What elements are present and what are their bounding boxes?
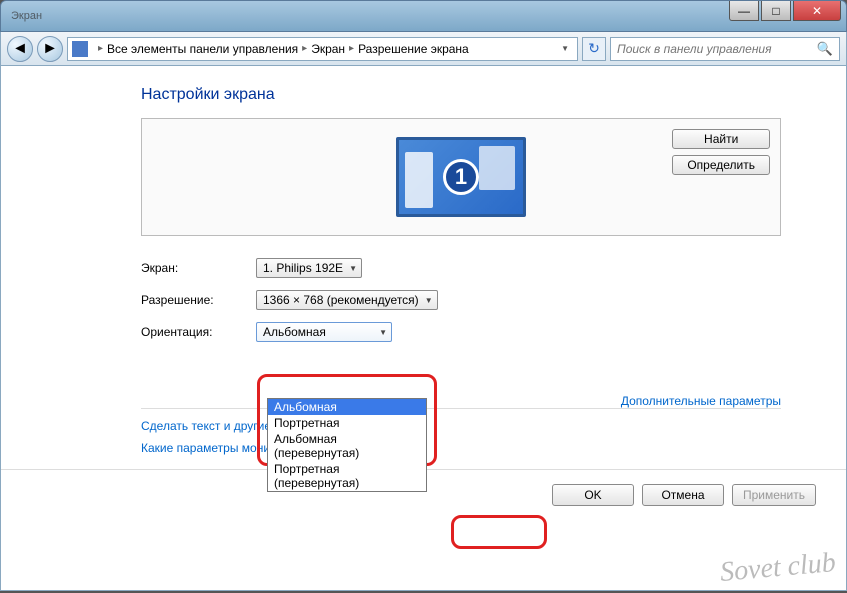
forward-arrow-icon: ► [42, 40, 58, 58]
watermark: Sovet club [719, 547, 837, 589]
minimize-button[interactable]: — [729, 1, 759, 21]
resolution-select[interactable]: 1366 × 768 (рекомендуется) [256, 290, 438, 310]
orientation-option[interactable]: Альбомная (перевернутая) [268, 431, 426, 461]
orientation-label: Ориентация: [141, 325, 256, 339]
back-arrow-icon: ◄ [12, 40, 28, 58]
display-preview-box: 1 Найти Определить [141, 118, 781, 236]
refresh-button[interactable]: ↻ [582, 37, 606, 61]
search-icon[interactable]: 🔍 [817, 41, 833, 57]
maximize-button[interactable]: □ [761, 1, 791, 21]
navigation-bar: ◄ ► ▸ Все элементы панели управления ▸ Э… [0, 32, 847, 66]
orientation-select-value: Альбомная [263, 325, 326, 339]
orientation-option[interactable]: Портретная [268, 415, 426, 431]
address-bar[interactable]: ▸ Все элементы панели управления ▸ Экран… [67, 37, 578, 61]
search-box[interactable]: 🔍 [610, 37, 840, 61]
search-input[interactable] [617, 42, 817, 56]
back-button[interactable]: ◄ [7, 36, 33, 62]
resolution-select-value: 1366 × 768 (рекомендуется) [263, 293, 419, 307]
control-panel-icon [72, 41, 88, 57]
display-select-value: 1. Philips 192E [263, 261, 343, 275]
chevron-right-icon: ▸ [98, 43, 103, 54]
monitor-number-badge: 1 [443, 159, 479, 195]
ok-button[interactable]: OK [552, 484, 634, 506]
window-title: Экран [1, 10, 42, 22]
refresh-icon: ↻ [588, 40, 600, 57]
display-select[interactable]: 1. Philips 192E [256, 258, 362, 278]
orientation-dropdown-list[interactable]: Альбомная Портретная Альбомная (переверн… [267, 398, 427, 492]
page-title: Настройки экрана [141, 86, 781, 104]
orientation-option[interactable]: Альбомная [268, 399, 426, 415]
address-dropdown-icon[interactable]: ▼ [557, 44, 573, 53]
chevron-right-icon: ▸ [349, 43, 354, 54]
apply-button[interactable]: Применить [732, 484, 816, 506]
window-controls: — □ ✕ [729, 1, 841, 21]
which-monitor-link[interactable]: Какие параметры монитора следует выбрать… [141, 441, 781, 455]
breadcrumb-mid[interactable]: Экран [311, 42, 345, 56]
breadcrumb-root[interactable]: Все элементы панели управления [107, 42, 298, 56]
forward-button[interactable]: ► [37, 36, 63, 62]
find-button[interactable]: Найти [672, 129, 770, 149]
monitor-thumbnail[interactable]: 1 [396, 137, 526, 217]
breadcrumb-leaf[interactable]: Разрешение экрана [358, 42, 469, 56]
advanced-settings-link[interactable]: Дополнительные параметры [621, 394, 781, 408]
close-button[interactable]: ✕ [793, 1, 841, 21]
detect-button[interactable]: Определить [672, 155, 770, 175]
annotation-highlight-ok [451, 515, 547, 549]
text-size-link[interactable]: Сделать текст и другие [141, 419, 781, 433]
cancel-button[interactable]: Отмена [642, 484, 724, 506]
resolution-label: Разрешение: [141, 293, 256, 307]
content-area: Настройки экрана 1 Найти Определить Экра… [0, 66, 847, 591]
orientation-option[interactable]: Портретная (перевернутая) [268, 461, 426, 491]
display-label: Экран: [141, 261, 256, 275]
orientation-select[interactable]: Альбомная [256, 322, 392, 342]
window-titlebar: Экран — □ ✕ [0, 0, 847, 32]
chevron-right-icon: ▸ [302, 43, 307, 54]
